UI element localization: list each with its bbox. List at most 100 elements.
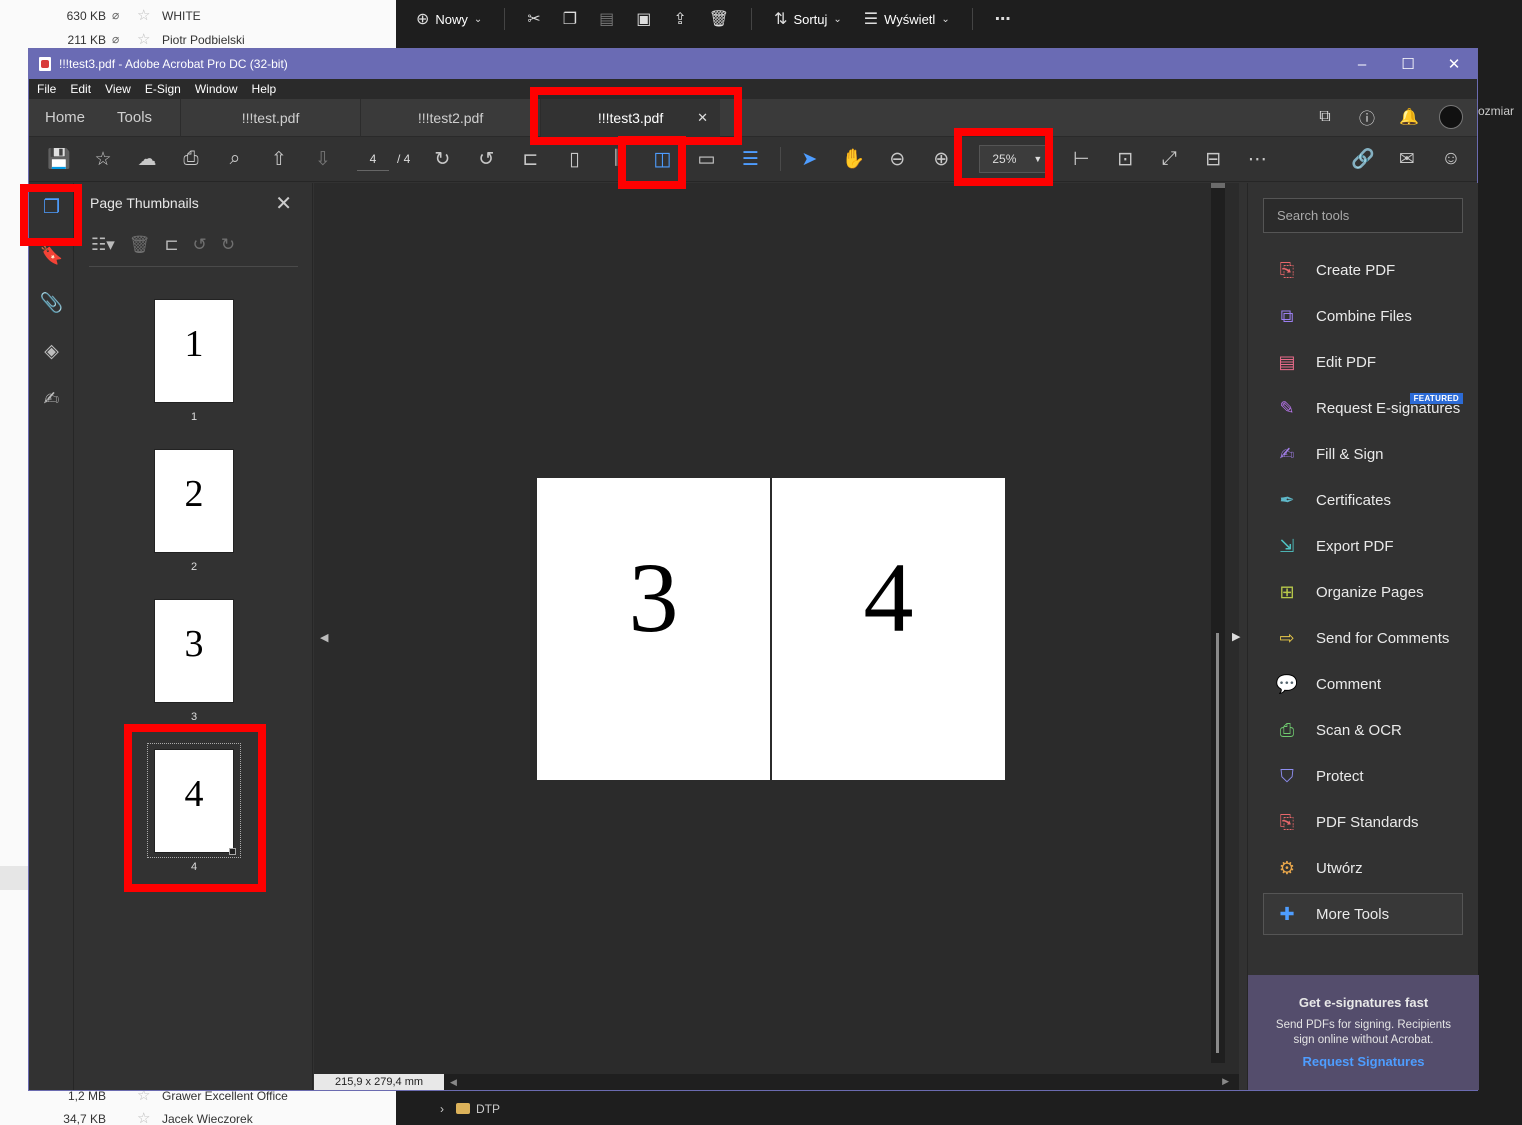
scrollbar-thumb[interactable] <box>1216 633 1219 1053</box>
scroll-right-icon[interactable]: ▶ <box>1222 1076 1229 1087</box>
page-view-options-icon[interactable]: ☰ <box>732 141 768 177</box>
tool-organize-pages[interactable]: ⊞ Organize Pages <box>1263 571 1463 613</box>
tool-comment[interactable]: 💬 Comment <box>1263 663 1463 705</box>
document-page-4[interactable]: 4 <box>772 478 1005 780</box>
tool-utworz[interactable]: ⚙ Utwórz <box>1263 847 1463 889</box>
collapse-right-panel-icon[interactable]: ▶ <box>1232 630 1240 643</box>
column-header-size[interactable]: ozmiar <box>1478 104 1514 118</box>
tool-protect[interactable]: ⛉ Protect <box>1263 755 1463 797</box>
thumbnail-page-4[interactable]: 4 <box>154 749 236 855</box>
read-mode-icon[interactable]: ▭ <box>688 141 724 177</box>
tool-export-pdf[interactable]: ⇲ Export PDF <box>1263 525 1463 567</box>
page-display-icon[interactable]: ⊟ <box>1195 141 1231 177</box>
fit-page-icon[interactable]: ⊡ <box>1107 141 1143 177</box>
tab-tools[interactable]: Tools <box>101 109 180 126</box>
new-button[interactable]: ⊕ Nowy ⌄ <box>416 9 482 29</box>
thumbnail-page-3[interactable]: 3 <box>154 599 234 703</box>
zoom-out-icon[interactable]: ⊖ <box>879 141 915 177</box>
previous-page-icon[interactable]: ⇧ <box>261 141 297 177</box>
find-icon[interactable]: ⌕ <box>217 141 253 177</box>
zoom-in-icon[interactable]: ⊕ <box>923 141 959 177</box>
maximize-button[interactable]: ☐ <box>1385 49 1431 79</box>
tab-document-3[interactable]: !!!test3.pdf ✕ <box>540 98 721 137</box>
list-item[interactable]: 630 KB ⌀ ☆ WHITE <box>0 4 396 28</box>
tool-pdf-standards[interactable]: ⎘ PDF Standards <box>1263 801 1463 843</box>
menu-file[interactable]: File <box>37 82 56 96</box>
star-icon[interactable]: ☆ <box>137 1109 150 1125</box>
search-tools-input[interactable]: Search tools <box>1263 198 1463 233</box>
signatures-icon[interactable]: ✍ <box>29 375 74 423</box>
rename-button[interactable]: ▣ <box>636 9 651 29</box>
close-panel-icon[interactable]: ✕ <box>275 191 292 216</box>
resize-handle[interactable] <box>229 848 236 855</box>
thumbnail-page-2[interactable]: 2 <box>154 449 234 553</box>
thumbnail-page-1[interactable]: 1 <box>154 299 234 403</box>
document-page-3[interactable]: 3 <box>537 478 770 780</box>
document-view[interactable]: ◀ 3 4 215,9 x 279,4 mm ◀ ▶ <box>314 183 1239 1090</box>
link-icon[interactable]: 🔗 <box>1345 141 1381 177</box>
more-button[interactable]: ⋯ <box>995 9 1011 29</box>
bookmark-star-icon[interactable]: ☆ <box>85 141 121 177</box>
tool-scan-ocr[interactable]: ⎙ Scan & OCR <box>1263 709 1463 751</box>
bookmarks-icon[interactable]: 🔖 <box>29 231 74 279</box>
more-tools-button[interactable]: ✚ More Tools <box>1263 893 1463 935</box>
menu-window[interactable]: Window <box>195 82 238 96</box>
tab-document-2[interactable]: !!!test2.pdf <box>360 98 540 137</box>
vertical-scrollbar[interactable] <box>1211 183 1225 1063</box>
extract-page-icon[interactable]: ⊏ <box>164 235 178 255</box>
hand-tool-icon[interactable]: ✋ <box>835 141 871 177</box>
paste-button[interactable]: ▤ <box>599 9 614 29</box>
rotate-right-icon[interactable]: ↻ <box>221 235 235 255</box>
next-page-icon[interactable]: ⇩ <box>305 141 341 177</box>
copy-button[interactable]: ❐ <box>563 9 577 29</box>
list-item[interactable]: 34,7 KB ☆ Jacek Wieczorek <box>0 1107 396 1125</box>
page-number-input[interactable]: 4 <box>357 147 389 171</box>
full-screen-icon[interactable]: ⤢ <box>1151 141 1187 177</box>
scroll-left-icon[interactable]: ◀ <box>450 1077 457 1088</box>
fit-width-icon[interactable]: ⊢ <box>1063 141 1099 177</box>
scrolling-pages-icon[interactable]: ⫼ <box>600 141 636 177</box>
menu-edit[interactable]: Edit <box>70 82 91 96</box>
email-icon[interactable]: ✉ <box>1389 141 1425 177</box>
rotate-counterclockwise-icon[interactable]: ↺ <box>468 141 504 177</box>
share-button[interactable]: ⇪ <box>673 9 686 29</box>
zoom-level-select[interactable]: 25% ▼ <box>979 145 1052 173</box>
tool-fill-sign[interactable]: ✍ Fill & Sign <box>1263 433 1463 475</box>
close-tab-icon[interactable]: ✕ <box>697 110 708 126</box>
layers-icon[interactable]: ◈ <box>29 327 74 375</box>
page-thumbnails-icon[interactable]: ❐ <box>29 183 74 231</box>
two-page-view-icon[interactable]: ◫ <box>644 141 680 177</box>
folder-item[interactable]: › DTP <box>440 1102 500 1116</box>
more-tools-overflow-icon[interactable]: ⋯ <box>1239 141 1275 177</box>
tab-home[interactable]: Home <box>29 109 101 126</box>
attachments-icon[interactable]: 📎 <box>29 279 74 327</box>
collapse-left-panel-icon[interactable]: ◀ <box>320 631 328 644</box>
star-icon[interactable]: ☆ <box>137 6 150 24</box>
help-icon[interactable]: ⓘ <box>1355 105 1379 129</box>
tool-request-esignatures[interactable]: ✎ Request E-signatures FEATURED <box>1263 387 1463 429</box>
cut-button[interactable]: ✂ <box>527 9 540 29</box>
menu-esign[interactable]: E-Sign <box>145 82 181 96</box>
view-button[interactable]: ☰ Wyświetl ⌄ <box>864 9 950 29</box>
single-page-view-icon[interactable]: ▯ <box>556 141 592 177</box>
star-icon[interactable]: ☆ <box>137 30 150 48</box>
tool-edit-pdf[interactable]: ▤ Edit PDF <box>1263 341 1463 383</box>
close-button[interactable]: ✕ <box>1431 49 1477 79</box>
delete-button[interactable]: 🗑 <box>709 9 729 29</box>
sort-button[interactable]: ⇅ Sortuj ⌄ <box>774 9 842 29</box>
delete-page-icon[interactable]: 🗑 <box>129 235 151 255</box>
share-screen-icon[interactable]: ⧉ <box>1313 105 1337 129</box>
bell-icon[interactable]: 🔔 <box>1397 105 1421 129</box>
tool-create-pdf[interactable]: ⎘ Create PDF <box>1263 249 1463 291</box>
rotate-left-icon[interactable]: ↺ <box>193 235 207 255</box>
rotate-clockwise-icon[interactable]: ↻ <box>424 141 460 177</box>
share-user-icon[interactable]: ☺ <box>1433 141 1469 177</box>
request-signatures-link[interactable]: Request Signatures <box>1248 1054 1479 1069</box>
thumbnail-options-icon[interactable]: ☷▾ <box>91 235 115 255</box>
avatar[interactable] <box>1439 105 1463 129</box>
tool-certificates[interactable]: ✒ Certificates <box>1263 479 1463 521</box>
menu-view[interactable]: View <box>105 82 131 96</box>
minimize-button[interactable]: – <box>1339 49 1385 79</box>
select-cursor-icon[interactable]: ➤ <box>791 141 827 177</box>
menu-help[interactable]: Help <box>252 82 277 96</box>
